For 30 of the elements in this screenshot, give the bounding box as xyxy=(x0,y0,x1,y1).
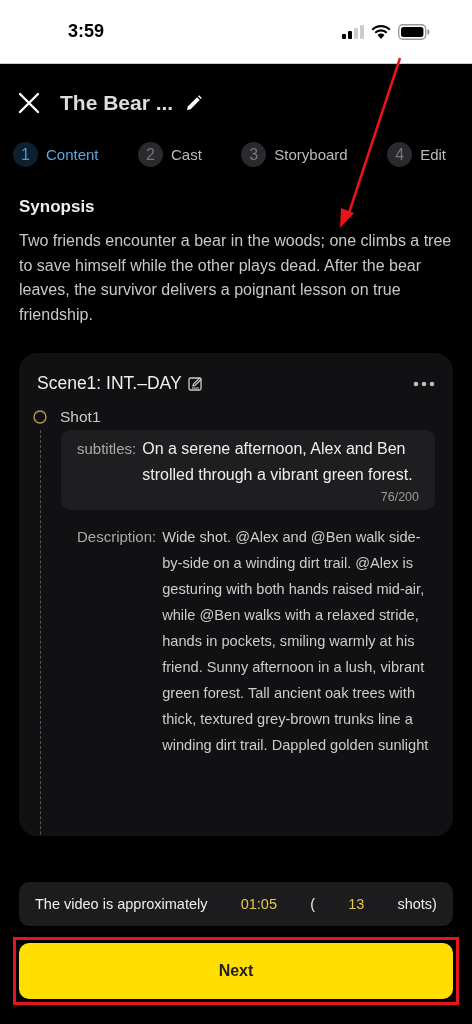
synopsis-text: Two friends encounter a bear in the woods; one climbs a tree to save himself while the other plays dead. After the bear leaves, the survivor delivers a poignant lesson on true friendship. xyxy=(19,231,453,325)
status-time: 3:59 xyxy=(68,21,105,42)
duration-text: 01:05 xyxy=(240,896,277,912)
wifi-icon xyxy=(371,24,391,39)
character-count: 76/200 xyxy=(379,490,419,504)
edit-icon[interactable] xyxy=(187,376,203,391)
scene-title: Scene1: INT.–DAY xyxy=(37,373,182,394)
pencil-icon[interactable] xyxy=(186,95,203,111)
summary-text: The video is approximately xyxy=(35,896,208,912)
next-button[interactable]: Next xyxy=(19,943,453,999)
subtitles-label: subtitles: xyxy=(77,439,137,459)
close-button[interactable] xyxy=(18,92,40,114)
step-tab[interactable]: 4 Edit xyxy=(387,142,446,167)
subtitles-box[interactable]: subtitles: On a serene afternoon, Alex and Ben strolled through a vibrant green forest. 76/200 xyxy=(61,430,435,510)
paren-text: ( xyxy=(310,896,315,912)
description-text: Wide shot. @Alex and @Ben walk side-by-side on a winding dirt trail. @Alex is gesturing with both hands raised mid-air, while @Ben walks with a relaxed stride, hands in pockets, smiling warmly at his friend. Sunny afternoon in a lush, vibrant green forest. Tall ancient oak trees with thick, textured grey-brown trunks line a winding dirt trail. Dappled golden sunlight xyxy=(162,528,430,755)
step-tab[interactable]: 2 Cast xyxy=(138,142,202,167)
battery-icon xyxy=(398,23,430,40)
section-title: Synopsis xyxy=(19,197,96,217)
shot-title: Shot1 xyxy=(60,408,101,426)
signal-icon xyxy=(342,24,364,39)
subtitles-text: On a serene afternoon, Alex and Ben strolled through a vibrant green forest. xyxy=(142,439,414,485)
more-icon[interactable] xyxy=(413,380,435,387)
project-title: The Bear ... xyxy=(60,91,174,115)
shots-text: shots) xyxy=(397,896,437,912)
shot-count: 13 xyxy=(348,896,365,912)
timeline-dot-icon xyxy=(33,410,47,424)
description-label: Description: xyxy=(77,527,157,547)
step-tab[interactable]: 3 Storyboard xyxy=(241,142,348,167)
step-tab[interactable]: 1 Content xyxy=(13,142,99,167)
